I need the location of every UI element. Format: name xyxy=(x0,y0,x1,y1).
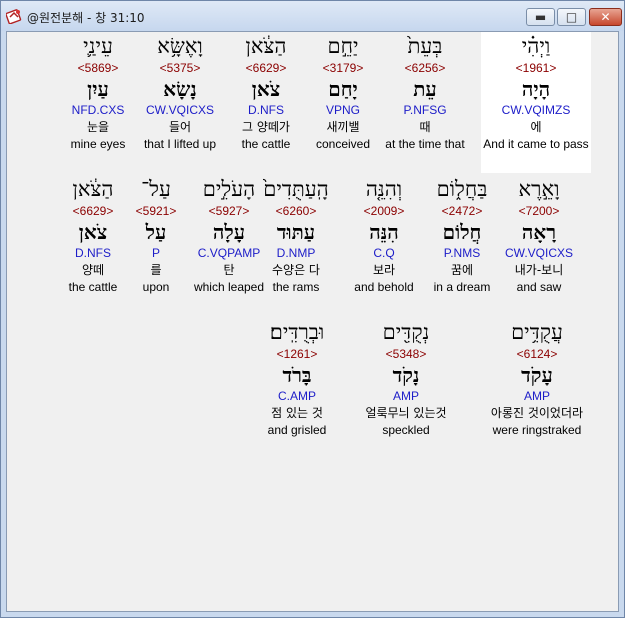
strong-number: <1261> xyxy=(276,347,318,361)
korean-gloss: 눈을 xyxy=(86,120,110,134)
parsing-code: AMP xyxy=(523,389,550,403)
parsing-code: C.VQPAMP xyxy=(197,246,261,260)
close-button[interactable]: ✕ xyxy=(589,8,622,26)
lexical-form: עַיִן xyxy=(87,77,109,101)
app-logo-icon xyxy=(6,9,22,24)
strong-number: <1961> xyxy=(515,61,557,75)
minimize-icon: ▬ xyxy=(534,10,547,24)
strong-number: <5927> xyxy=(208,204,250,218)
word-cell[interactable]: הָעֹלִ֣ים <5927> עָלָה C.VQPAMP 탄 which … xyxy=(174,175,284,295)
hebrew-word: הַצֹּ֔אן xyxy=(72,177,114,201)
parsing-code: D.NFS xyxy=(75,246,111,260)
english-gloss: the cattle xyxy=(68,280,118,294)
korean-gloss: 탄 xyxy=(223,263,235,277)
hebrew-word: עֲקֻדִּ֥ים xyxy=(511,320,563,344)
english-gloss: mine eyes xyxy=(70,137,126,151)
parsing-code: CW.VQIMZS xyxy=(501,103,571,117)
word-cell[interactable]: נְקֻדִּ֖ים <5348> נָקֹד AMP 얼룩무늬 있는것 spe… xyxy=(341,318,471,438)
english-gloss: And it came to pass xyxy=(483,137,589,151)
english-gloss: which leaped xyxy=(193,280,265,294)
korean-gloss: 얼룩무늬 있는것 xyxy=(365,406,447,420)
strong-number: <6124> xyxy=(516,347,558,361)
interlinear-panel[interactable]: וַיְהִ֗י <1961> הָיָה CW.VQIMZS 에 And it… xyxy=(6,31,619,612)
maximize-button[interactable]: □ xyxy=(557,8,586,26)
close-icon: ✕ xyxy=(600,10,611,24)
hebrew-word: נְקֻדִּ֖ים xyxy=(382,320,430,344)
korean-gloss: 점 있는 것 xyxy=(271,406,323,420)
strong-number: <5869> xyxy=(77,61,119,75)
parsing-code: C.AMP xyxy=(277,389,316,403)
korean-gloss: 에 xyxy=(530,120,542,134)
word-cell[interactable]: עֲקֻדִּ֥ים <6124> עָקֹד AMP 아롱진 것이었더라 we… xyxy=(457,318,617,438)
word-cell[interactable]: עֵינַ֛י <5869> עַיִן NFD.CXS 눈을 mine eye… xyxy=(43,32,153,152)
lexical-form: הָיָה xyxy=(521,77,551,101)
lexical-form: בָּרֹד xyxy=(282,363,312,387)
app-window: @원전분해 - 창 31:10 ▬ □ ✕ וַיְהִ֗י <1961> הָ… xyxy=(0,0,625,618)
english-gloss: were ringstraked xyxy=(492,423,582,437)
word-cell[interactable]: וּבְרֻדִּֽים׃ <1261> בָּרֹד C.AMP 점 있는 것… xyxy=(242,318,352,438)
parsing-code: NFD.CXS xyxy=(71,103,125,117)
english-gloss: speckled xyxy=(382,423,430,437)
word-cell[interactable]: הַצֹּ֔אן <6629> צֹאן D.NFS 양떼 the cattle xyxy=(38,175,148,295)
lexical-form: עָקֹד xyxy=(521,363,553,387)
maximize-icon: □ xyxy=(565,10,578,24)
window-title: @원전분해 - 창 31:10 xyxy=(27,11,145,25)
lexical-form: עָלָה xyxy=(212,220,246,244)
strong-number: <5348> xyxy=(385,347,427,361)
lexical-form: נָקֹד xyxy=(392,363,420,387)
strong-number: <6629> xyxy=(72,204,114,218)
hebrew-word: עֵינַ֛י xyxy=(83,34,113,58)
minimize-button[interactable]: ▬ xyxy=(526,8,555,26)
korean-gloss: 양떼 xyxy=(81,263,105,277)
korean-gloss: 아롱진 것이었더라 xyxy=(490,406,584,420)
word-cell-selected[interactable]: וַיְהִ֗י <1961> הָיָה CW.VQIMZS 에 And it… xyxy=(481,32,591,173)
title-bar[interactable]: @원전분해 - 창 31:10 ▬ □ ✕ xyxy=(1,1,624,31)
hebrew-word: הָעֹלִ֣ים xyxy=(202,177,256,201)
english-gloss: and grisled xyxy=(267,423,327,437)
hebrew-word: וּבְרֻדִּֽים׃ xyxy=(269,320,325,344)
parsing-code: AMP xyxy=(392,389,419,403)
lexical-form: צֹאן xyxy=(78,220,108,244)
hebrew-word: וַיְהִ֗י xyxy=(521,34,551,58)
